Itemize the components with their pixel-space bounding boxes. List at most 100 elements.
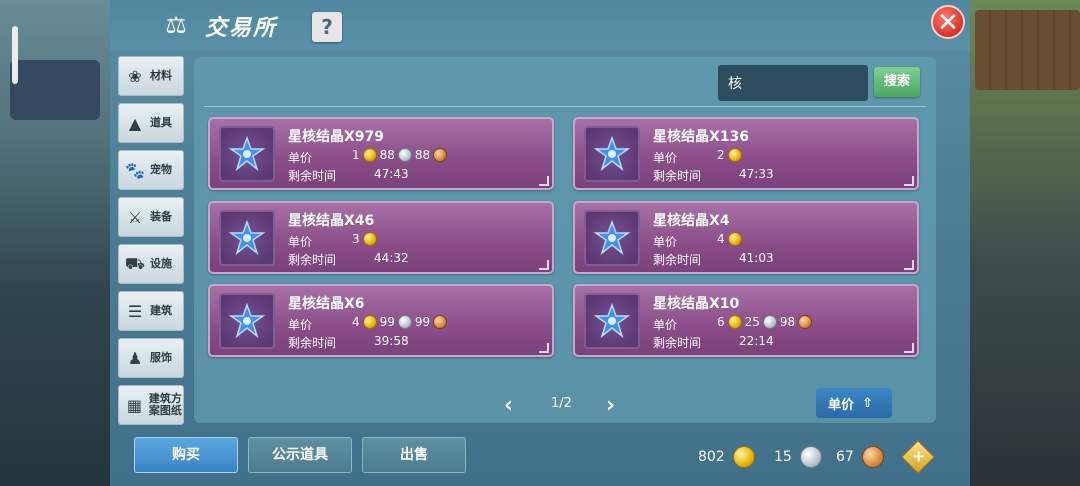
sell-tab-button[interactable]: 出售	[362, 437, 466, 473]
star-core-crystal-icon	[219, 210, 275, 266]
time-remaining-label: 剩余时间	[653, 169, 702, 183]
sidebar-item-label: 设施	[150, 257, 172, 270]
prev-page-icon[interactable]: ‹	[504, 393, 513, 418]
silver-balance-amount: 15	[774, 449, 792, 465]
copper-coin-icon	[798, 315, 813, 329]
time-remaining-label: 剩余时间	[288, 169, 337, 183]
item-name: 星核结晶X4	[653, 213, 730, 229]
unit-price: 2	[717, 148, 742, 162]
sidebar-item-materials[interactable]: ❀ 材料	[118, 56, 184, 96]
item-icon: ▲	[128, 113, 142, 133]
silver-balance: 15	[774, 446, 822, 468]
sidebar-item-label: 宠物	[150, 163, 172, 176]
star-core-crystal-icon	[584, 210, 640, 266]
help-button[interactable]: ?	[312, 12, 342, 42]
sort-arrow-icon: ⇧	[862, 395, 873, 411]
copper-amount: 98	[779, 315, 796, 329]
search-button[interactable]: 搜索	[874, 67, 920, 97]
unit-price: 4	[717, 232, 742, 246]
title-bar: ⚖ 交易所 ? ✕	[110, 0, 970, 50]
gold-balance-amount: 802	[698, 449, 725, 465]
star-core-crystal-icon	[219, 293, 275, 349]
gold-amount: 4	[717, 232, 725, 246]
window-title: 交易所	[205, 16, 278, 41]
time-remaining: 44:32	[374, 251, 409, 265]
page-indicator: 1/2	[551, 396, 572, 411]
listing-card[interactable]: 星核结晶X10 单价 6 25 98 剩余时间 22:14	[573, 284, 919, 357]
copper-amount: 88	[414, 148, 431, 162]
sidebar-item-label: 材料	[150, 69, 172, 82]
gold-coin-icon	[362, 148, 377, 162]
materials-icon: ❀	[128, 66, 142, 86]
time-remaining: 22:14	[739, 334, 774, 348]
corner-mark-icon	[539, 343, 549, 353]
plus-icon: +	[912, 446, 926, 466]
gold-balance: 802	[698, 446, 755, 468]
sort-label: 单价	[828, 397, 855, 413]
gold-coin-icon	[727, 232, 742, 246]
listing-card[interactable]: 星核结晶X136 单价 2 剩余时间 47:33	[573, 117, 919, 190]
gold-amount: 4	[352, 315, 360, 329]
add-currency-button[interactable]: +	[901, 440, 935, 474]
time-remaining: 39:58	[374, 334, 409, 348]
sidebar-item-items[interactable]: ▲ 道具	[118, 103, 184, 143]
sidebar-item-pets[interactable]: 🐾 宠物	[118, 150, 184, 190]
time-remaining: 41:03	[739, 251, 774, 265]
silver-coin-icon	[762, 315, 777, 329]
time-remaining-label: 剩余时间	[288, 336, 337, 350]
copper-amount: 99	[414, 315, 431, 329]
gold-coin-icon	[732, 446, 755, 468]
scales-icon: ⚖	[165, 11, 187, 39]
price-label: 单价	[288, 318, 313, 332]
listing-card[interactable]: 星核结晶X979 单价 1 88 88 剩余时间 47:43	[208, 117, 554, 190]
star-core-crystal-icon	[584, 126, 640, 182]
listing-card[interactable]: 星核结晶X4 单价 4 剩余时间 41:03	[573, 201, 919, 274]
background-wooden-box	[975, 10, 1080, 90]
gold-amount: 1	[352, 148, 360, 162]
clothing-icon: ♟	[127, 348, 143, 368]
close-button[interactable]: ✕	[931, 5, 965, 39]
sidebar-item-label: 服饰	[150, 351, 172, 364]
equipment-sword-icon: ⚔	[127, 207, 143, 227]
silver-coin-icon	[397, 148, 412, 162]
sidebar-item-label: 装备	[150, 210, 172, 223]
sidebar-item-facilities[interactable]: ⛟ 设施	[118, 244, 184, 284]
side-drag-handle[interactable]	[12, 26, 18, 84]
sort-by-price-button[interactable]: 单价 ⇧	[816, 388, 892, 418]
game-scene-right	[968, 0, 1080, 486]
buy-tab-button[interactable]: 购买	[134, 437, 238, 473]
sidebar-item-clothing[interactable]: ♟ 服饰	[118, 338, 184, 378]
silver-amount: 99	[379, 315, 395, 329]
sidebar-item-blueprints[interactable]: ▦ 建筑方案图纸	[118, 385, 184, 425]
listing-card[interactable]: 星核结晶X6 单价 4 99 99 剩余时间 39:58	[208, 284, 554, 357]
search-field[interactable]	[718, 65, 868, 101]
gold-amount: 6	[717, 315, 725, 329]
time-remaining: 47:43	[374, 167, 409, 181]
background-crate	[10, 60, 100, 120]
price-label: 单价	[653, 318, 678, 332]
corner-mark-icon	[904, 343, 914, 353]
next-page-icon[interactable]: ›	[606, 393, 615, 418]
sidebar-item-buildings[interactable]: ☰ 建筑	[118, 291, 184, 331]
listing-card[interactable]: 星核结晶X46 单价 3 剩余时间 44:32	[208, 201, 554, 274]
price-label: 单价	[653, 151, 678, 165]
item-name: 星核结晶X979	[288, 129, 385, 145]
item-name: 星核结晶X136	[653, 129, 750, 145]
item-name: 星核结晶X10	[653, 296, 740, 312]
sidebar-item-equipment[interactable]: ⚔ 装备	[118, 197, 184, 237]
time-remaining-label: 剩余时间	[288, 253, 337, 267]
time-remaining-label: 剩余时间	[653, 336, 702, 350]
corner-mark-icon	[539, 176, 549, 186]
time-remaining: 47:33	[739, 167, 774, 181]
silver-coin-icon	[799, 446, 822, 468]
star-core-crystal-icon	[584, 293, 640, 349]
building-icon: ☰	[127, 301, 143, 321]
copper-coin-icon	[861, 446, 884, 468]
corner-mark-icon	[904, 176, 914, 186]
search-input[interactable]	[718, 65, 868, 101]
price-label: 单价	[288, 151, 313, 165]
gold-coin-icon	[727, 148, 742, 162]
public-items-tab-button[interactable]: 公示道具	[248, 437, 352, 473]
listings-panel: 搜索 星核结晶X979 单价 1 88 88 剩余时间 47:43 星核结晶X1…	[194, 57, 936, 423]
time-remaining-label: 剩余时间	[653, 253, 702, 267]
